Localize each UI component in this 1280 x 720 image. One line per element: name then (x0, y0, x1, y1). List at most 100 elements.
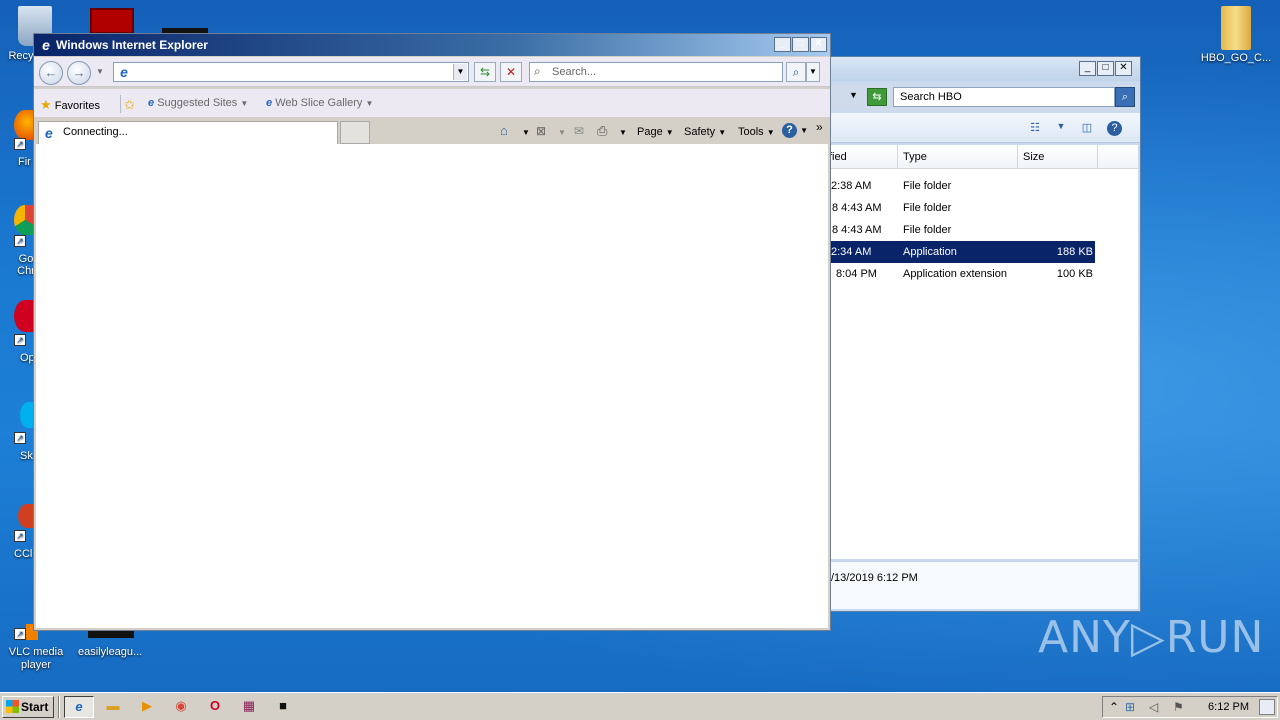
safety-menu[interactable]: Safety ▼ (684, 126, 726, 138)
tab-connecting[interactable]: e Connecting... (38, 121, 338, 144)
search-icon: ⌕ (534, 64, 541, 78)
desktop-icon-label: Fir (18, 156, 31, 168)
close-button[interactable]: ✕ (810, 37, 827, 52)
ie-page-icon: e (45, 125, 53, 141)
close-button[interactable]: ✕ (1115, 61, 1132, 76)
help-icon: ? (782, 123, 797, 138)
chevron-down-icon[interactable]: ▼ (522, 128, 530, 137)
desktop-icon-label: Sk (20, 450, 33, 462)
window-title: Windows Internet Explorer (56, 38, 208, 52)
network-icon[interactable]: ⊞ (1125, 700, 1135, 714)
ie-titlebar[interactable]: e Windows Internet Explorer _ □ ✕ (34, 34, 830, 56)
add-favorites-button[interactable]: ✩ (124, 97, 135, 113)
divider (120, 95, 121, 113)
chevron-down-icon[interactable]: ▼ (453, 64, 467, 80)
chevron-down-icon[interactable]: ▼ (849, 90, 858, 100)
forward-button[interactable]: → (67, 61, 91, 85)
stop-button[interactable]: ✕ (500, 62, 522, 82)
page-menu[interactable]: Page ▼ (637, 126, 674, 138)
explorer-titlebar[interactable]: _ □ ✕ (801, 57, 1140, 81)
safety-menu-label: Safety (684, 126, 716, 138)
taskbar-hbo-button[interactable]: ■ (268, 696, 298, 718)
print-icon[interactable]: ⎙ (597, 123, 607, 139)
explorer-toolbar: ☷ ▼ ◫ ? (801, 113, 1140, 143)
explorer-search-input[interactable]: Search HBO (893, 87, 1115, 107)
page-viewport[interactable] (36, 144, 828, 628)
minimize-button[interactable]: _ (1079, 61, 1096, 76)
taskbar-opera-button[interactable]: O (200, 696, 230, 718)
column-headers: fied Type Size (801, 145, 1138, 169)
ie-window[interactable]: e Windows Internet Explorer _ □ ✕ ← → ▼ … (33, 33, 831, 631)
help-menu[interactable]: ? ▼ (782, 123, 808, 138)
minimize-button[interactable]: _ (774, 37, 791, 52)
flag-icon[interactable]: ⚑ (1173, 700, 1184, 714)
show-hidden-icons-icon[interactable]: ⌃ (1109, 700, 1119, 714)
help-icon[interactable]: ? (1107, 121, 1122, 136)
row-type: Application extension (903, 268, 1007, 280)
chevron-down-icon[interactable]: ▼ (558, 128, 566, 137)
explorer-window[interactable]: _ □ ✕ ▼ ⇆ Search HBO ⌕ ☷ ▼ ◫ ? fied Type… (800, 56, 1141, 612)
mail-icon[interactable]: ✉ (574, 124, 584, 138)
web-slice-gallery-button[interactable]: e Web Slice Gallery ▼ (266, 97, 373, 109)
desktop-icon-label: CCl (14, 548, 33, 560)
favorites-label: Favorites (54, 100, 100, 112)
taskbar-media-player-button[interactable]: ▶ (132, 696, 162, 718)
table-row[interactable]: 8 4:43 AM File folder (801, 219, 1095, 241)
favorites-button[interactable]: ★ Favorites (40, 97, 100, 113)
address-bar[interactable]: e ▼ (113, 62, 469, 82)
tools-menu[interactable]: Tools ▼ (738, 126, 775, 138)
search-icon[interactable]: ⌕ (1115, 87, 1135, 107)
show-desktop-button[interactable] (1259, 699, 1275, 715)
taskbar-winrar-button[interactable]: ▦ (234, 696, 264, 718)
tab-bar: e Connecting... ⌂ ▼ ⊠ ▼ ✉ ⎙ ▼ Page ▼ Saf… (34, 118, 830, 144)
new-tab-button[interactable] (340, 121, 370, 144)
back-button[interactable]: ← (39, 61, 63, 85)
acrobat-desktop-icon[interactable] (90, 8, 134, 34)
column-header-type[interactable]: Type (898, 145, 1018, 168)
shortcut-arrow-icon: ↗ (14, 235, 26, 247)
shortcut-arrow-icon: ↗ (14, 530, 26, 542)
table-row[interactable]: 8:04 PM Application extension 100 KB (801, 263, 1095, 285)
column-header-size[interactable]: Size (1018, 145, 1098, 168)
desktop-icon-label: HBO_GO_C... (1200, 52, 1272, 64)
ie-navbar: ← → ▼ e ▼ ⇆ ✕ ⌕ Search... ⌕ ▼ (34, 57, 830, 87)
chevron-down-icon[interactable]: ▼ (1053, 121, 1069, 135)
file-list: fied Type Size 2:38 AM File folder 8 4:4… (801, 145, 1138, 559)
view-options-icon[interactable]: ☷ (1027, 121, 1043, 135)
details-date-modified: /13/2019 6:12 PM (831, 572, 918, 584)
desktop-icon-label: easilyleagu... (78, 646, 143, 658)
feeds-icon[interactable]: ⊠ (536, 124, 546, 138)
refresh-button[interactable]: ⇆ (867, 88, 887, 106)
maximize-button[interactable]: □ (1097, 61, 1114, 76)
more-commands-icon[interactable]: » (816, 120, 823, 134)
table-row[interactable]: 8 4:43 AM File folder (801, 197, 1095, 219)
hbo-folder-desktop-icon[interactable]: HBO_GO_C... (1198, 6, 1274, 64)
preview-pane-icon[interactable]: ◫ (1079, 121, 1095, 135)
windows-logo-icon (6, 700, 19, 713)
chevron-down-icon[interactable]: ▼ (619, 128, 627, 137)
volume-icon[interactable]: ◁ (1149, 700, 1158, 714)
row-size: 100 KB (1056, 268, 1093, 280)
system-tray: ⌃ ⊞ ◁ ⚑ 6:12 PM (1102, 696, 1278, 718)
refresh-button[interactable]: ⇆ (474, 62, 496, 82)
taskbar-explorer-button[interactable]: ▬ (98, 696, 128, 718)
search-input[interactable]: ⌕ Search... (529, 62, 783, 82)
search-button[interactable]: ⌕ (786, 62, 806, 82)
details-pane: /13/2019 6:12 PM (801, 561, 1138, 609)
maximize-button[interactable]: □ (792, 37, 809, 52)
taskbar-chrome-button[interactable]: ◉ (166, 696, 196, 718)
history-dropdown-icon[interactable]: ▼ (96, 67, 104, 76)
suggested-sites-button[interactable]: e Suggested Sites ▼ (148, 97, 248, 109)
start-button[interactable]: Start (2, 696, 54, 718)
clock[interactable]: 6:12 PM (1208, 701, 1249, 713)
table-row[interactable]: 2:38 AM File folder (801, 175, 1095, 197)
chevron-down-icon: ▼ (665, 128, 674, 137)
shortcut-arrow-icon: ↗ (14, 334, 26, 346)
desktop-icon-label: Recy (8, 50, 34, 62)
taskbar-ie-button[interactable]: e (64, 696, 94, 718)
desktop-icon-label: VLC media player (8, 646, 64, 671)
table-row-selected[interactable]: 2:34 AM Application 188 KB (801, 241, 1095, 263)
divider (58, 696, 60, 718)
home-icon[interactable]: ⌂ (500, 123, 508, 138)
search-options-icon[interactable]: ▼ (806, 62, 820, 82)
